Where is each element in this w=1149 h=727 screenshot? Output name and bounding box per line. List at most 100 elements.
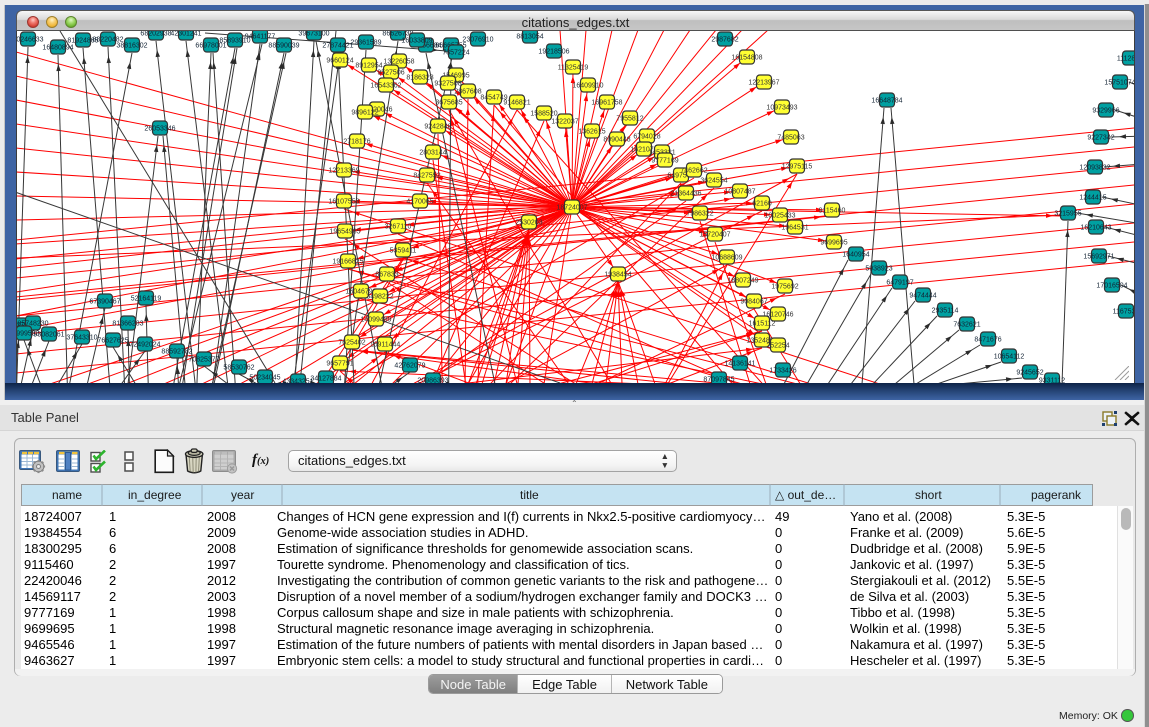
svg-text:2530203: 2530203 xyxy=(515,219,542,226)
svg-text:9331112: 9331112 xyxy=(1039,377,1065,383)
svg-text:7357224: 7357224 xyxy=(442,49,469,56)
svg-text:7485063: 7485063 xyxy=(777,134,804,141)
svg-text:9660124: 9660124 xyxy=(326,57,353,64)
svg-text:2718176: 2718176 xyxy=(343,138,370,145)
svg-text:10973493: 10973493 xyxy=(766,104,797,111)
svg-text:14136141: 14136141 xyxy=(724,360,755,367)
svg-text:52164119: 52164119 xyxy=(131,295,162,302)
svg-text:62160: 62160 xyxy=(752,200,772,207)
svg-text:3215955: 3215955 xyxy=(1054,210,1081,217)
svg-text:93082061: 93082061 xyxy=(33,331,64,338)
svg-text:88592782: 88592782 xyxy=(161,348,192,355)
svg-text:12213967: 12213967 xyxy=(748,79,779,86)
svg-text:13226058: 13226058 xyxy=(383,58,414,65)
svg-text:9227342: 9227342 xyxy=(1087,134,1114,141)
svg-text:87097845: 87097845 xyxy=(703,376,734,383)
svg-text:9896122: 9896122 xyxy=(351,109,378,116)
svg-text:16543362: 16543362 xyxy=(370,82,401,89)
svg-text:9327508: 9327508 xyxy=(434,80,461,87)
svg-text:68202938: 68202938 xyxy=(140,31,171,37)
svg-text:72492024: 72492024 xyxy=(129,341,160,348)
svg-text:58530762: 58530762 xyxy=(223,364,254,371)
svg-text:9329966: 9329966 xyxy=(1092,107,1119,114)
svg-text:1975692: 1975692 xyxy=(771,283,798,290)
svg-text:10025433: 10025433 xyxy=(764,212,795,219)
svg-text:15720407: 15720407 xyxy=(699,231,730,238)
svg-text:20986393: 20986393 xyxy=(417,377,448,383)
svg-text:5938923: 5938923 xyxy=(865,265,892,272)
svg-text:1362615: 1362615 xyxy=(578,128,605,135)
svg-text:1938454: 1938454 xyxy=(604,271,631,278)
svg-text:16911444: 16911444 xyxy=(370,341,401,348)
svg-text:27874421: 27874421 xyxy=(322,42,353,49)
svg-text:38816302: 38816302 xyxy=(116,42,147,49)
svg-text:7955812: 7955812 xyxy=(616,115,643,122)
svg-text:2867608: 2867608 xyxy=(454,88,481,95)
svg-text:7986322: 7986322 xyxy=(686,210,713,217)
svg-text:9146821: 9146821 xyxy=(503,99,530,106)
svg-text:1244415: 1244415 xyxy=(1079,194,1106,201)
svg-text:6794028: 6794028 xyxy=(633,133,660,140)
svg-text:8912954: 8912954 xyxy=(355,62,382,69)
svg-text:6479197: 6479197 xyxy=(886,279,913,286)
svg-text:7625402: 7625402 xyxy=(338,339,365,346)
svg-text:39673100: 39673100 xyxy=(298,31,329,37)
svg-text:12213369: 12213369 xyxy=(328,167,359,174)
svg-text:2987682: 2987682 xyxy=(711,36,738,43)
svg-text:11325419: 11325419 xyxy=(558,64,589,71)
svg-text:81366283: 81366283 xyxy=(112,320,143,327)
svg-text:8471676: 8471676 xyxy=(974,336,1001,343)
svg-text:18807249: 18807249 xyxy=(727,277,758,284)
svg-text:5359411: 5359411 xyxy=(390,247,417,254)
svg-text:7462662: 7462662 xyxy=(680,167,707,174)
svg-text:9115460: 9115460 xyxy=(819,207,846,214)
svg-text:1640954: 1640954 xyxy=(842,251,869,258)
svg-text:94641177: 94641177 xyxy=(245,33,276,40)
svg-text:17016504: 17016504 xyxy=(1096,282,1127,289)
svg-text:23076910: 23076910 xyxy=(462,36,493,43)
svg-text:1112848: 1112848 xyxy=(1117,55,1134,62)
svg-text:29361589: 29361589 xyxy=(350,39,381,46)
svg-text:9245652: 9245652 xyxy=(1016,369,1043,376)
svg-text:252254: 252254 xyxy=(766,342,789,349)
svg-text:3624554: 3624554 xyxy=(700,177,727,184)
svg-text:42762079: 42762079 xyxy=(394,362,425,369)
svg-text:16107553: 16107553 xyxy=(328,198,359,205)
svg-text:1615112: 1615112 xyxy=(749,320,776,327)
svg-text:1964531: 1964531 xyxy=(781,224,808,231)
svg-text:1167533: 1167533 xyxy=(1113,308,1134,315)
svg-text:16648784: 16648784 xyxy=(871,97,902,104)
svg-text:21364436: 21364436 xyxy=(670,190,701,197)
svg-text:26053346: 26053346 xyxy=(144,125,175,132)
svg-text:1322037: 1322037 xyxy=(551,118,578,125)
svg-text:42301241: 42301241 xyxy=(170,31,201,37)
svg-text:34127884: 34127884 xyxy=(310,375,341,382)
svg-text:3498222: 3498222 xyxy=(366,293,393,300)
svg-text:9657791: 9657791 xyxy=(326,360,353,367)
svg-text:1733426: 1733426 xyxy=(769,367,796,374)
svg-text:4170065: 4170065 xyxy=(406,198,433,205)
svg-text:3267110: 3267110 xyxy=(385,223,412,230)
svg-text:2803144: 2803144 xyxy=(419,149,446,156)
svg-text:16210643: 16210643 xyxy=(1080,224,1111,231)
svg-text:8990448: 8990448 xyxy=(603,136,630,143)
svg-text:19218506: 19218506 xyxy=(538,48,569,55)
svg-text:67390467: 67390467 xyxy=(89,298,120,305)
svg-text:10654112: 10654112 xyxy=(994,353,1025,360)
svg-text:867833: 867833 xyxy=(375,271,398,278)
svg-text:10688609: 10688609 xyxy=(711,254,742,261)
svg-text:16480894: 16480894 xyxy=(42,44,73,51)
svg-text:7632621: 7632621 xyxy=(953,321,980,328)
svg-text:9777169: 9777169 xyxy=(651,157,678,164)
svg-text:15692971: 15692971 xyxy=(1083,253,1114,260)
svg-text:9699695: 9699695 xyxy=(820,239,847,246)
svg-text:16961758: 16961758 xyxy=(591,99,622,106)
svg-text:19654985: 19654985 xyxy=(329,228,360,235)
svg-text:43343251: 43343251 xyxy=(282,378,313,383)
svg-text:50234045: 50234045 xyxy=(249,374,280,381)
svg-text:16154808: 16154808 xyxy=(731,54,762,61)
svg-text:16409910: 16409910 xyxy=(572,82,603,89)
svg-text:16033809: 16033809 xyxy=(401,37,432,44)
svg-text:76627625: 76627625 xyxy=(97,337,128,344)
svg-text:88590039: 88590039 xyxy=(268,42,299,49)
